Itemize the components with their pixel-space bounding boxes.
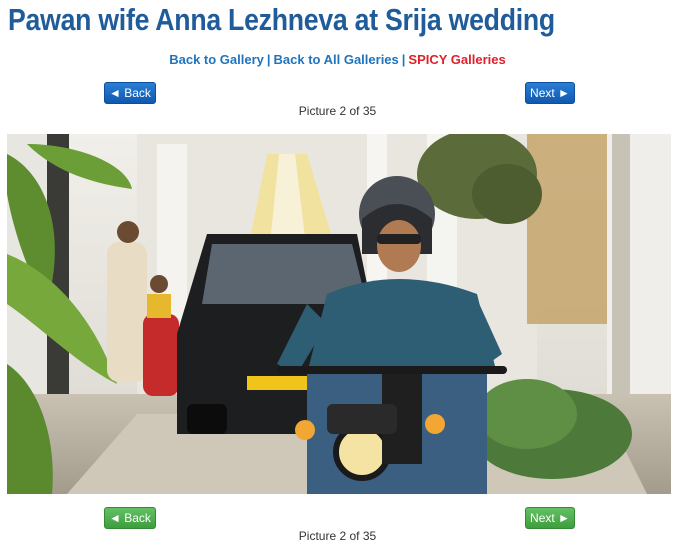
link-separator: | [266, 52, 271, 67]
picture-counter-bottom: Picture 2 of 35 [298, 529, 377, 543]
next-button-bottom[interactable]: Next ► [525, 507, 575, 529]
page-title: Pawan wife Anna Lezhneva at Srija weddin… [8, 2, 555, 37]
back-button-bottom[interactable]: ◄ Back [104, 507, 156, 529]
spicy-galleries-link[interactable]: SPICY Galleries [408, 52, 505, 67]
back-button-top[interactable]: ◄ Back [104, 82, 156, 104]
gallery-links: Back to Gallery | Back to All Galleries | SP… [0, 52, 675, 67]
photo-illustration [7, 134, 671, 494]
picture-counter-top: Picture 2 of 35 [298, 104, 377, 118]
back-to-gallery-link[interactable]: Back to Gallery [169, 52, 264, 67]
gallery-photo[interactable] [7, 134, 671, 494]
link-separator: | [401, 52, 406, 67]
next-button-top[interactable]: Next ► [525, 82, 575, 104]
back-to-all-galleries-link[interactable]: Back to All Galleries [274, 52, 399, 67]
